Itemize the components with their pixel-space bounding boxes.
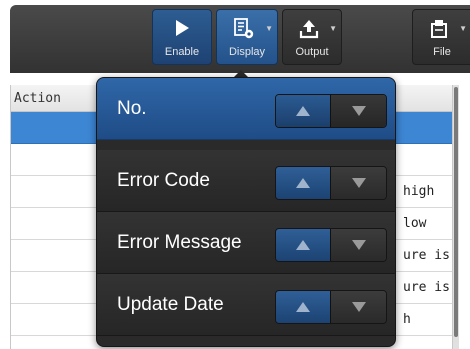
table-cell: ure is <box>403 280 450 295</box>
sort-ascending-button[interactable] <box>276 229 331 261</box>
sort-toggle <box>275 166 387 200</box>
sort-item-no[interactable]: No. <box>97 78 395 140</box>
enable-button-label: Enable <box>164 46 200 58</box>
file-button-label: File <box>433 46 451 58</box>
play-icon <box>153 18 211 41</box>
sort-item-label: Error Code <box>117 170 210 191</box>
table-cell: high <box>403 184 435 199</box>
triangle-up-icon <box>296 178 310 188</box>
sort-ascending-button[interactable] <box>276 95 331 127</box>
sort-item-update-date[interactable]: Update Date <box>97 274 395 336</box>
triangle-up-icon <box>296 302 310 312</box>
enable-button[interactable]: Enable <box>152 9 212 65</box>
chevron-down-icon: ▼ <box>329 24 337 33</box>
chevron-down-icon: ▼ <box>265 24 273 33</box>
table-cell: h <box>403 312 411 327</box>
display-button[interactable]: ▼ Display <box>216 9 278 65</box>
sort-descending-button[interactable] <box>331 229 386 261</box>
display-button-label: Display <box>228 46 266 58</box>
sort-descending-button[interactable] <box>331 95 386 127</box>
sort-descending-button[interactable] <box>331 167 386 199</box>
sort-item-error-message[interactable]: Error Message <box>97 212 395 274</box>
output-button[interactable]: ▼ Output <box>282 9 342 65</box>
column-header-label: Action <box>14 91 61 106</box>
triangle-down-icon <box>351 106 366 116</box>
sort-ascending-button[interactable] <box>276 291 331 323</box>
table-cell: low <box>403 216 427 231</box>
toolbar: Enable ▼ Display ▼ Output ▼ File <box>10 5 470 73</box>
sort-ascending-button[interactable] <box>276 167 331 199</box>
sort-toggle <box>275 290 387 324</box>
triangle-up-icon <box>296 106 310 116</box>
table-cell: ure is <box>403 248 450 263</box>
display-sort-menu: No. Error Code Error Message Update Date <box>96 77 396 347</box>
sort-toggle <box>275 94 387 128</box>
scrollbar-thumb[interactable] <box>454 87 458 337</box>
triangle-down-icon <box>351 178 366 188</box>
triangle-down-icon <box>351 302 366 312</box>
table-scrollbar[interactable] <box>452 85 459 349</box>
sort-item-label: No. <box>117 98 147 119</box>
triangle-down-icon <box>351 240 366 250</box>
file-button[interactable]: ▼ File <box>412 9 470 65</box>
sort-item-label: Error Message <box>117 232 242 253</box>
sort-toggle <box>275 228 387 262</box>
sort-item-error-code[interactable]: Error Code <box>97 150 395 212</box>
sort-item-label: Update Date <box>117 294 224 315</box>
output-button-label: Output <box>295 46 329 58</box>
chevron-down-icon: ▼ <box>459 24 467 33</box>
triangle-up-icon <box>296 240 310 250</box>
sort-descending-button[interactable] <box>331 291 386 323</box>
